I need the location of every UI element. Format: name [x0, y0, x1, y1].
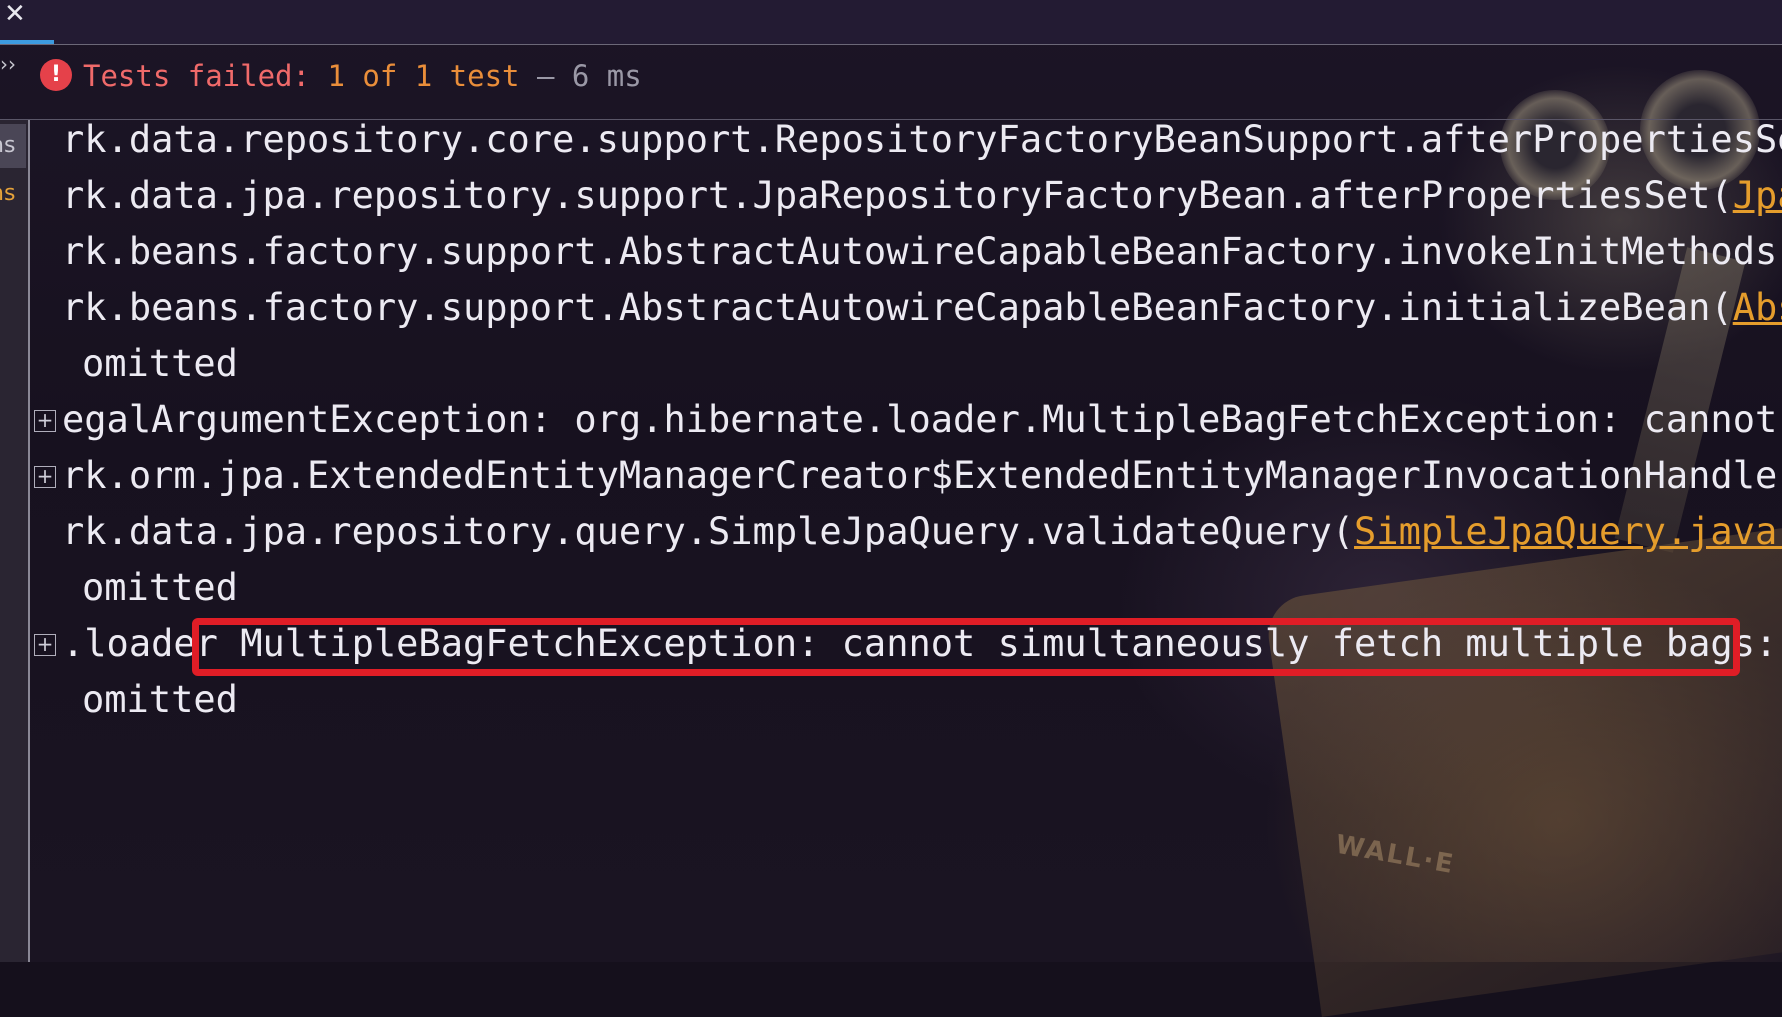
stacktrace-text: omitted [82, 566, 238, 609]
source-link[interactable]: Jpa [1733, 174, 1782, 217]
close-icon[interactable]: ✕ [4, 0, 28, 28]
source-link[interactable]: Abs [1733, 286, 1782, 329]
stacktrace-text: omitted [82, 678, 238, 721]
test-status-text: Tests failed: 1 of 1 test – 6 ms [83, 56, 642, 96]
stacktrace-text: rk.orm.jpa.ExtendedEntityManagerCreator$… [62, 454, 1782, 497]
tests-duration-label: – 6 ms [519, 59, 642, 93]
stacktrace-text: rk.data.jpa.repository.support.JpaReposi… [62, 164, 1782, 228]
side-tab-2[interactable]: ns [0, 172, 26, 216]
expand-plus-icon[interactable]: + [34, 410, 56, 432]
tests-count-label: 1 of 1 test [327, 59, 520, 93]
tests-failed-label: Tests failed: [83, 59, 328, 93]
active-tab-indicator [0, 40, 54, 44]
expand-chevron-icon[interactable]: ›› [0, 52, 16, 76]
source-link[interactable]: SimpleJpaQuery.java:8 [1354, 510, 1782, 553]
error-icon: ! [40, 59, 72, 91]
left-gutter [0, 120, 30, 962]
expand-plus-icon[interactable]: + [34, 634, 56, 656]
tool-window-tab-bar [0, 0, 1782, 45]
side-tab-1[interactable]: ns [0, 124, 26, 168]
expand-plus-icon[interactable]: + [34, 466, 56, 488]
stacktrace-text: omitted [82, 342, 238, 385]
stacktrace-text: rk.data.jpa.repository.query.SimpleJpaQu… [62, 500, 1782, 564]
highlight-annotation-box [192, 618, 1740, 676]
stacktrace-text: rk.beans.factory.support.AbstractAutowir… [62, 276, 1782, 340]
console-output: rk.data.repository.core.support.Reposito… [30, 120, 1782, 962]
stacktrace-text: egalArgumentException: org.hibernate.loa… [62, 398, 1782, 441]
stacktrace-text: rk.beans.factory.support.AbstractAutowir… [62, 230, 1782, 273]
